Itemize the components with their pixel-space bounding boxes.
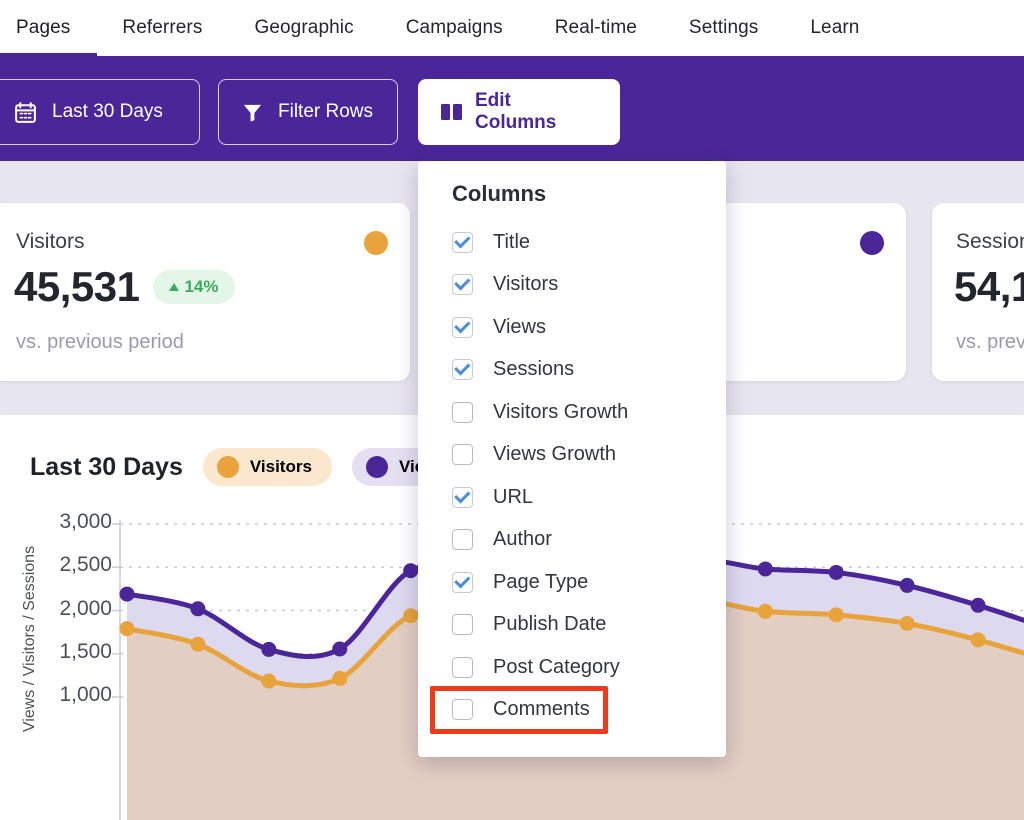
trend-up-icon [169, 283, 180, 291]
checkbox-icon[interactable] [452, 274, 473, 296]
columns-option-visitors[interactable]: Visitors [418, 264, 726, 307]
columns-option-label: Author [493, 528, 552, 551]
y-axis-tick-label: 1,500 [59, 639, 112, 663]
tab-label: Referrers [122, 17, 203, 38]
kpi-delta-badge: 14% [153, 270, 235, 304]
edit-columns-label: Edit Columns [475, 90, 557, 133]
filter-rows-label: Filter Rows [278, 101, 374, 122]
columns-option-author[interactable]: Author [418, 519, 726, 562]
tab-geographic[interactable]: Geographic [254, 0, 353, 56]
kpi-series-dot [364, 231, 388, 255]
date-range-button[interactable]: Last 30 Days [0, 79, 200, 145]
checkbox-icon[interactable] [452, 699, 473, 721]
date-range-label: Last 30 Days [52, 101, 163, 122]
y-axis-tick-label: 2,500 [59, 553, 112, 577]
tab-label: Geographic [254, 17, 354, 38]
columns-option-comments[interactable]: Comments [418, 689, 726, 732]
columns-option-page-type[interactable]: Page Type [418, 561, 726, 604]
columns-dropdown-panel: Columns Title Visitors Views Sessions Visito… [418, 161, 726, 757]
y-axis-tick-label: 1,000 [59, 683, 112, 706]
edit-columns-button[interactable]: Edit Columns [418, 79, 620, 145]
columns-option-label: Views [493, 315, 546, 338]
columns-option-views-growth[interactable]: Views Growth [418, 434, 726, 477]
columns-option-label: Page Type [493, 570, 589, 593]
tab-pages[interactable]: Pages [16, 0, 70, 56]
main-tab-bar: Pages Referrers Geographic Campaigns Rea… [0, 0, 1024, 56]
columns-option-label: URL [493, 485, 534, 508]
kpi-series-dot [860, 231, 884, 255]
legend-color-dot [216, 456, 239, 478]
columns-option-views[interactable]: Views [418, 306, 726, 349]
kpi-value: 45,531 [14, 263, 140, 310]
columns-option-visitors-growth[interactable]: Visitors Growth [418, 391, 726, 434]
columns-option-publish-date[interactable]: Publish Date [418, 604, 726, 647]
columns-option-label: Views Growth [493, 443, 617, 466]
kpi-value: 54,1 [954, 263, 1024, 310]
filter-rows-button[interactable]: Filter Rows [218, 79, 398, 145]
columns-option-post-category[interactable]: Post Category [418, 646, 726, 689]
tab-label: Pages [16, 17, 71, 38]
legend-label: Visitors [249, 457, 312, 476]
columns-option-label: Post Category [493, 655, 620, 678]
tab-label: Real-time [554, 17, 637, 38]
tab-settings[interactable]: Settings [689, 0, 758, 56]
kpi-card-visitors: Visitors 45,531 14% vs. previous period [0, 203, 410, 381]
checkbox-icon[interactable] [452, 614, 473, 636]
kpi-comparison-text: vs. previous period [16, 331, 184, 353]
columns-option-label: Visitors [493, 273, 559, 296]
tab-campaigns[interactable]: Campaigns [406, 0, 503, 56]
tab-label: Learn [810, 17, 860, 38]
checkbox-icon[interactable] [452, 444, 473, 466]
columns-checkbox-list: Title Visitors Views Sessions Visitors Growt… [418, 221, 726, 731]
checkbox-icon[interactable] [452, 529, 473, 551]
kpi-value-row: 54,1 [954, 263, 1024, 311]
checkbox-icon[interactable] [452, 401, 473, 423]
kpi-comparison-text: vs. previous period [956, 331, 1024, 353]
tab-label: Campaigns [405, 17, 503, 38]
columns-option-title[interactable]: Title [418, 221, 726, 264]
columns-option-label: Title [493, 230, 531, 253]
tab-label: Settings [688, 17, 759, 38]
y-axis-tick-label: 3,000 [59, 510, 112, 533]
checkbox-icon[interactable] [452, 316, 473, 338]
app-root: Pages Referrers Geographic Campaigns Rea… [0, 0, 1024, 820]
columns-option-sessions[interactable]: Sessions [418, 349, 726, 392]
dropdown-title: Columns [452, 181, 547, 206]
kpi-card-sessions: Sessions 54,1 vs. previous period [932, 203, 1024, 381]
legend-item-visitors[interactable]: Visitors [202, 448, 332, 486]
y-axis-tick-label: 2,000 [59, 596, 112, 620]
columns-option-url[interactable]: URL [418, 476, 726, 519]
columns-option-label: Publish Date [493, 613, 607, 636]
kpi-value-row: 45,531 14% [14, 263, 235, 311]
checkbox-icon[interactable] [452, 231, 473, 253]
kpi-label: Visitors [16, 230, 85, 253]
legend-color-dot [365, 456, 388, 478]
funnel-icon [241, 101, 264, 124]
chart-title: Last 30 Days [30, 452, 183, 481]
checkbox-icon[interactable] [452, 571, 473, 593]
checkbox-icon[interactable] [452, 486, 473, 508]
columns-option-label: Comments [493, 698, 590, 721]
columns-option-label: Visitors Growth [493, 400, 629, 423]
checkbox-icon[interactable] [452, 656, 473, 678]
kpi-delta-value: 14% [184, 277, 219, 296]
checkbox-icon[interactable] [452, 359, 473, 381]
tab-referrers[interactable]: Referrers [122, 0, 202, 56]
tab-real-time[interactable]: Real-time [555, 0, 637, 56]
chart-header: Last 30 Days Visitors Views [30, 448, 467, 486]
columns-option-label: Sessions [493, 358, 575, 381]
tab-learn[interactable]: Learn [810, 0, 859, 56]
kpi-label: Sessions [956, 230, 1024, 253]
columns-icon [441, 103, 463, 121]
calendar-icon [13, 100, 38, 125]
